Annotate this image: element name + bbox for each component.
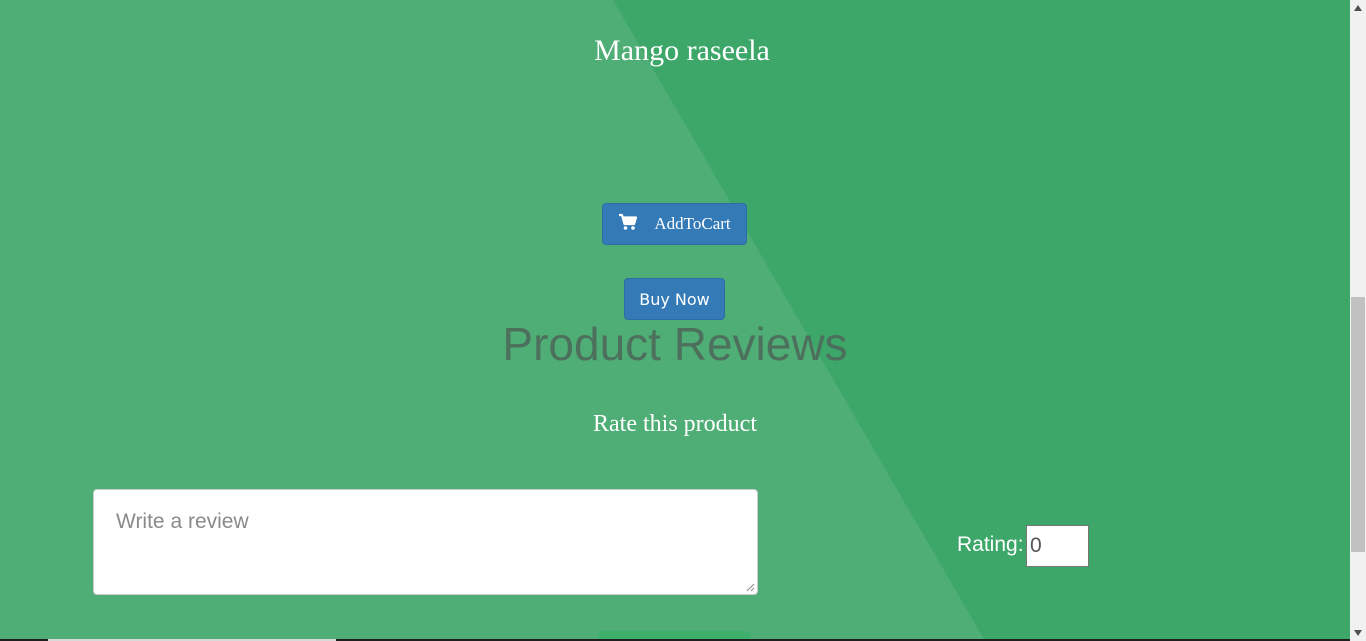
rating-label: Rating: (957, 533, 1024, 556)
product-page: Mango raseela AddToCart Buy Now Product … (0, 0, 1350, 641)
vertical-scrollbar[interactable] (1350, 0, 1366, 641)
product-reviews-heading: Product Reviews (502, 318, 848, 370)
buy-now-button[interactable]: Buy Now (624, 278, 725, 320)
scroll-down-arrow-icon[interactable] (1350, 625, 1366, 641)
buy-now-label: Buy Now (639, 289, 710, 309)
scroll-up-arrow-icon[interactable] (1350, 0, 1366, 16)
add-to-cart-button[interactable]: AddToCart (602, 203, 747, 245)
add-to-cart-label: AddToCart (654, 214, 731, 233)
review-textarea[interactable] (93, 489, 758, 595)
scrollbar-thumb[interactable] (1351, 297, 1365, 552)
rating-input[interactable] (1026, 525, 1089, 567)
product-title: Mango raseela (594, 34, 770, 67)
resize-grip-icon[interactable] (745, 582, 755, 592)
rate-product-label: Rate this product (593, 411, 757, 437)
shopping-cart-icon (618, 212, 638, 232)
